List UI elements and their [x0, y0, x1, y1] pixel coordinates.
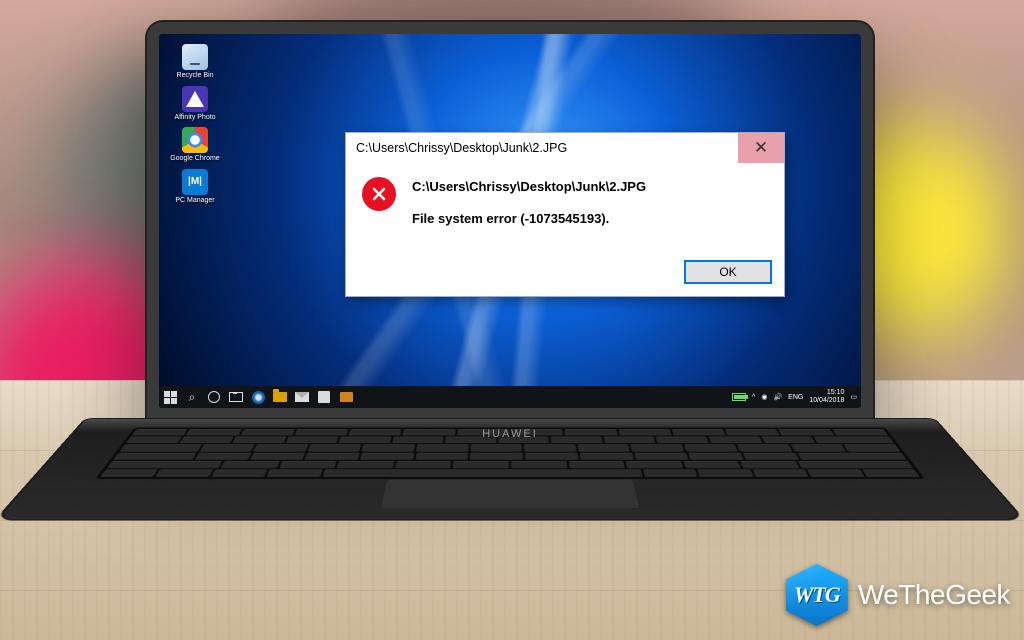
desktop-icons: Recycle Bin Affinity Photo Google Chrome…: [167, 44, 223, 205]
pc-manager-icon: |M|: [182, 169, 208, 195]
recycle-bin-icon: [182, 44, 208, 70]
desktop-icon-recycle-bin[interactable]: Recycle Bin: [167, 44, 223, 80]
watermark: WTG WeTheGeek: [786, 564, 1010, 626]
dialog-path: C:\Users\Chrissy\Desktop\Junk\2.JPG: [412, 177, 646, 197]
sound-icon[interactable]: 🔊: [773, 393, 782, 401]
desktop-icon-pc-manager[interactable]: |M| PC Manager: [167, 169, 223, 205]
watermark-text: WeTheGeek: [858, 579, 1010, 611]
tray-chevron-icon[interactable]: ^: [752, 394, 755, 401]
desktop-icon-affinity-photo[interactable]: Affinity Photo: [167, 86, 223, 122]
trackpad: [379, 479, 641, 509]
dialog-title-text: C:\Users\Chrissy\Desktop\Junk\2.JPG: [356, 141, 567, 155]
desktop-icon-label: Google Chrome: [170, 155, 219, 163]
desktop-icon-label: Recycle Bin: [177, 72, 214, 80]
dialog-error-text: File system error (-1073545193).: [412, 209, 646, 229]
watermark-text-post: Geek: [945, 579, 1010, 610]
chrome-icon: [182, 127, 208, 153]
wifi-icon[interactable]: ◉: [761, 393, 767, 401]
dialog-footer: OK: [346, 250, 784, 296]
edge-icon[interactable]: [251, 390, 265, 404]
dialog-body: C:\Users\Chrissy\Desktop\Junk\2.JPG File…: [346, 163, 784, 250]
file-explorer-icon[interactable]: [273, 390, 287, 404]
watermark-badge: WTG: [786, 564, 848, 626]
battery-icon[interactable]: [732, 390, 746, 404]
taskbar-tray: ^ ◉ 🔊 ENG 15:10 10/04/2018 ▭: [732, 389, 857, 404]
start-button[interactable]: [163, 390, 177, 404]
dialog-titlebar: C:\Users\Chrissy\Desktop\Junk\2.JPG ✕: [346, 133, 784, 163]
watermark-hex-icon: WTG: [786, 564, 848, 626]
mail-icon[interactable]: [295, 390, 309, 404]
affinity-photo-icon: [182, 86, 208, 112]
watermark-badge-text: WTG: [794, 582, 840, 608]
notification-icon[interactable]: ▭: [850, 393, 857, 401]
watermark-text-mid: The: [898, 579, 945, 610]
store-icon[interactable]: [317, 390, 331, 404]
tray-time: 15:10: [809, 389, 844, 397]
desktop-icon-label: PC Manager: [175, 197, 214, 205]
3dmark-icon[interactable]: [339, 390, 353, 404]
close-button[interactable]: ✕: [738, 133, 784, 163]
search-icon[interactable]: ⌕: [185, 390, 199, 404]
desktop-icon-label: Affinity Photo: [174, 114, 215, 122]
tray-language[interactable]: ENG: [788, 394, 803, 401]
desktop-icon-google-chrome[interactable]: Google Chrome: [167, 127, 223, 163]
taskbar-left: ⌕: [163, 390, 353, 404]
cortana-icon[interactable]: [207, 390, 221, 404]
task-view-icon[interactable]: [229, 390, 243, 404]
laptop: Recycle Bin Affinity Photo Google Chrome…: [145, 20, 875, 600]
taskbar: ⌕ ^ ◉ 🔊 ENG 15:10: [159, 386, 861, 408]
laptop-brand: HUAWEI: [482, 428, 538, 440]
ok-button[interactable]: OK: [684, 260, 772, 284]
dialog-message: C:\Users\Chrissy\Desktop\Junk\2.JPG File…: [412, 177, 646, 228]
watermark-text-pre: We: [858, 579, 899, 610]
tray-date: 10/04/2018: [809, 397, 844, 405]
close-icon: ✕: [754, 138, 768, 158]
tray-clock[interactable]: 15:10 10/04/2018: [809, 389, 844, 404]
error-dialog: C:\Users\Chrissy\Desktop\Junk\2.JPG ✕ C:…: [345, 132, 785, 297]
error-icon: [362, 177, 396, 211]
